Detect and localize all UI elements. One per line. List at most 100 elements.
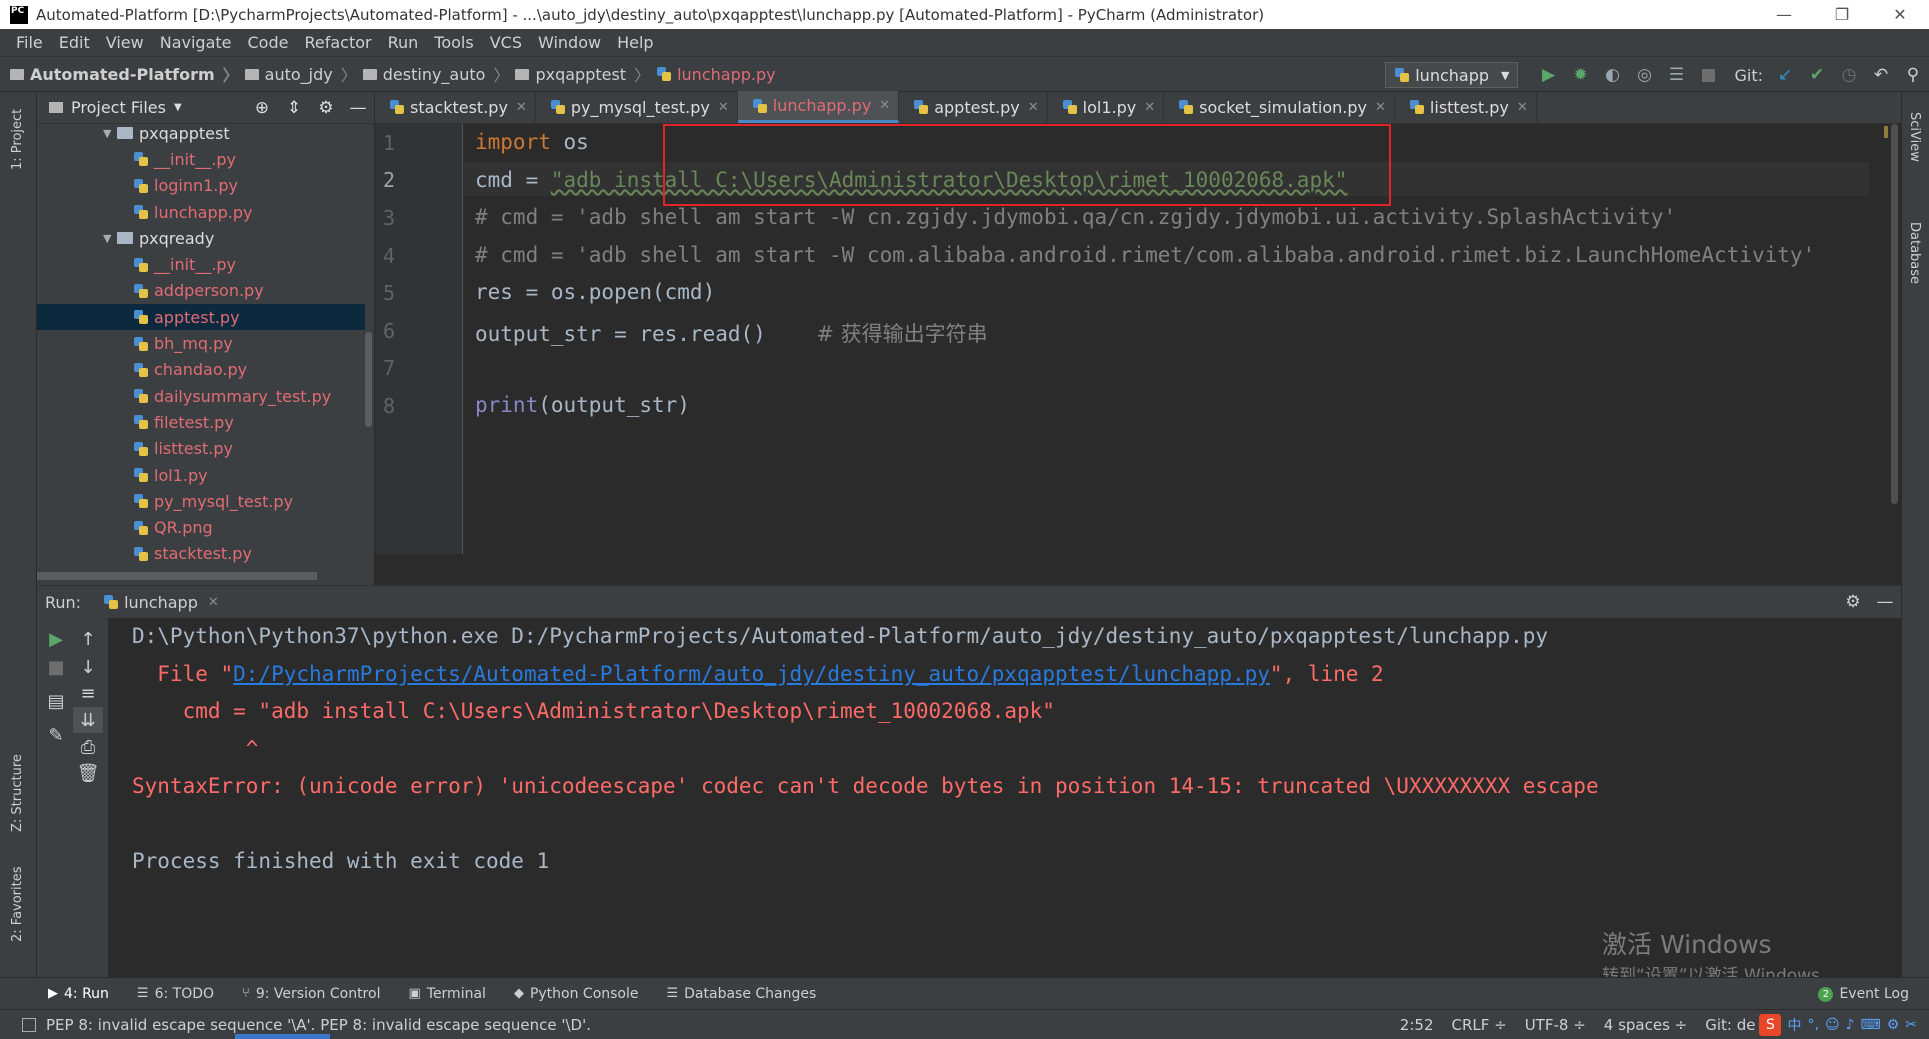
editor-tab[interactable]: py_mysql_test.py ✕ xyxy=(536,91,738,123)
event-log-button[interactable]: 2 Event Log xyxy=(1818,978,1909,1010)
run-icon[interactable]: ▶ xyxy=(1532,57,1564,93)
code-line[interactable]: # cmd = 'adb shell am start -W com.aliba… xyxy=(475,243,1815,267)
menu-navigate[interactable]: Navigate xyxy=(152,33,240,52)
menu-edit[interactable]: Edit xyxy=(51,33,98,52)
tools-icon[interactable]: ✂ xyxy=(1905,1017,1917,1033)
menu-tools[interactable]: Tools xyxy=(426,33,481,52)
pin-icon[interactable]: ✎ xyxy=(41,722,71,748)
bottom-tab[interactable]: ☰ 6: TODO xyxy=(137,986,214,1002)
restore-button[interactable]: ❐ xyxy=(1813,0,1871,29)
file-encoding[interactable]: UTF-8 ÷ xyxy=(1525,1016,1586,1034)
tree-file[interactable]: stacktest.py xyxy=(37,541,365,567)
code-line[interactable]: # cmd = 'adb shell am start -W cn.zgjdy.… xyxy=(475,205,1676,229)
soft-wrap-icon[interactable]: ≡ xyxy=(73,680,103,706)
editor-tab[interactable]: socket_simulation.py ✕ xyxy=(1164,91,1395,123)
tree-file[interactable]: bh_mq.py xyxy=(37,330,365,356)
editor-tab[interactable]: apptest.py ✕ xyxy=(899,91,1048,123)
tree-file[interactable]: __init__.py xyxy=(37,146,365,172)
bottom-tab[interactable]: ▣ Terminal xyxy=(408,986,485,1002)
tree-file[interactable]: listtest.py xyxy=(37,436,365,462)
tree-file[interactable]: loginn1.py xyxy=(37,173,365,199)
menu-window[interactable]: Window xyxy=(530,33,609,52)
breadcrumb-file[interactable]: lunchapp.py xyxy=(656,65,776,84)
editor-scrollbar[interactable] xyxy=(1888,124,1900,554)
collapse-all-icon[interactable]: ⇕ xyxy=(278,98,310,118)
tree-folder[interactable]: ▼ pxqready xyxy=(37,225,365,251)
menu-code[interactable]: Code xyxy=(240,33,297,52)
punctuation-icon[interactable]: °, xyxy=(1807,1017,1818,1033)
code-line[interactable]: output_str = res.read() # 获得输出字符串 xyxy=(475,318,988,348)
hide-panel-icon[interactable]: — xyxy=(1869,592,1901,612)
file-link[interactable]: D:/PycharmProjects/Automated-Platform/au… xyxy=(233,662,1270,686)
close-window-button[interactable]: ✕ xyxy=(1871,0,1929,29)
tree-file[interactable]: filetest.py xyxy=(37,409,365,435)
tree-file[interactable]: dailysummary_test.py xyxy=(37,383,365,409)
menu-vcs[interactable]: VCS xyxy=(482,33,530,52)
close-icon[interactable]: ✕ xyxy=(879,98,890,113)
concurrency-icon[interactable]: ☰ xyxy=(1660,57,1692,93)
git-branch[interactable]: Git: de xyxy=(1705,1016,1755,1034)
close-icon[interactable]: ✕ xyxy=(516,100,527,115)
editor-tab[interactable]: lol1.py ✕ xyxy=(1048,91,1165,123)
tree-file[interactable]: chandao.py xyxy=(37,357,365,383)
code-line[interactable]: import os xyxy=(475,130,589,154)
bottom-tab[interactable]: ☰ Database Changes xyxy=(667,986,817,1002)
scroll-down-icon[interactable]: ↓ xyxy=(73,654,103,680)
editor-tab[interactable]: stacktest.py ✕ xyxy=(375,91,536,123)
breadcrumb-destiny-auto[interactable]: destiny_auto 〉 xyxy=(362,62,509,86)
tree-file[interactable]: lunchapp.py xyxy=(37,199,365,225)
scroll-thumb[interactable] xyxy=(1891,124,1898,504)
bottom-tab[interactable]: ◆ Python Console xyxy=(514,986,639,1002)
language-indicator[interactable]: 中 xyxy=(1787,1015,1801,1035)
scroll-to-end-icon[interactable]: ⇊ xyxy=(73,707,103,733)
locate-icon[interactable]: ⊕ xyxy=(246,98,278,118)
tree-folder[interactable]: ▼ pxqapptest xyxy=(37,120,365,146)
stop-icon[interactable]: ■ xyxy=(41,654,71,680)
indent-setting[interactable]: 4 spaces ÷ xyxy=(1604,1016,1687,1034)
tree-file[interactable]: addperson.py xyxy=(37,278,365,304)
minimize-button[interactable]: — xyxy=(1755,0,1813,29)
chevron-down-icon[interactable]: ▼ xyxy=(174,102,182,113)
breadcrumb-auto-jdy[interactable]: auto_jdy 〉 xyxy=(244,62,357,86)
project-tool-button[interactable]: 1: Project xyxy=(10,109,25,170)
project-view-select[interactable]: Project Files xyxy=(71,98,166,117)
profile-icon[interactable]: ◎ xyxy=(1628,57,1660,93)
menu-help[interactable]: Help xyxy=(609,33,661,52)
bottom-tab[interactable]: ⑂ 9: Version Control xyxy=(242,986,380,1002)
toggle-tool-windows-icon[interactable] xyxy=(22,1017,36,1032)
run-configuration-select[interactable]: lunchapp ▼ xyxy=(1385,62,1519,88)
run-tab-lunchapp[interactable]: lunchapp ✕ xyxy=(103,593,219,612)
history-icon[interactable]: ◷ xyxy=(1833,57,1865,93)
close-icon[interactable]: ✕ xyxy=(208,595,219,610)
bottom-tab[interactable]: ▶ 4: Run xyxy=(48,986,109,1002)
tree-file[interactable]: lol1.py xyxy=(37,462,365,488)
database-tool-button[interactable]: Database xyxy=(1907,222,1922,284)
vcs-commit-icon[interactable]: ✔ xyxy=(1801,57,1833,93)
layout-icon[interactable]: ▤ xyxy=(41,688,71,714)
editor-tab[interactable]: listtest.py ✕ xyxy=(1395,91,1537,123)
console-output[interactable]: D:\Python\Python37\python.exe D:/Pycharm… xyxy=(132,624,1892,887)
hide-panel-icon[interactable]: — xyxy=(342,98,374,118)
close-icon[interactable]: ✕ xyxy=(1144,100,1155,115)
ime-icon[interactable]: S xyxy=(1759,1013,1782,1036)
code-line[interactable]: res = os.popen(cmd) xyxy=(475,280,715,304)
microphone-icon[interactable]: ♪ xyxy=(1846,1017,1855,1033)
horizontal-scrollbar[interactable] xyxy=(37,572,317,580)
settings-icon[interactable]: ⚙ xyxy=(1887,1017,1900,1033)
close-icon[interactable]: ✕ xyxy=(1517,100,1528,115)
tree-file[interactable]: py_mysql_test.py xyxy=(37,488,365,514)
stop-icon[interactable]: ■ xyxy=(1692,57,1724,93)
structure-tool-button[interactable]: Z: Structure xyxy=(10,754,25,832)
sciview-tool-button[interactable]: SciView xyxy=(1907,112,1922,162)
print-icon[interactable]: ⎙ xyxy=(73,734,103,760)
tree-file[interactable]: apptest.py xyxy=(37,304,365,331)
expand-arrow-icon[interactable]: ▼ xyxy=(103,232,117,245)
revert-icon[interactable]: ↶ xyxy=(1865,57,1897,93)
search-icon[interactable]: ⚲ xyxy=(1897,57,1929,93)
keyboard-icon[interactable]: ⌨ xyxy=(1860,1017,1880,1033)
close-icon[interactable]: ✕ xyxy=(1028,100,1039,115)
favorites-tool-button[interactable]: 2: Favorites xyxy=(10,866,25,942)
trash-icon[interactable]: 🗑 xyxy=(73,760,103,786)
menu-refactor[interactable]: Refactor xyxy=(296,33,379,52)
tree-file[interactable]: QR.png xyxy=(37,514,365,540)
